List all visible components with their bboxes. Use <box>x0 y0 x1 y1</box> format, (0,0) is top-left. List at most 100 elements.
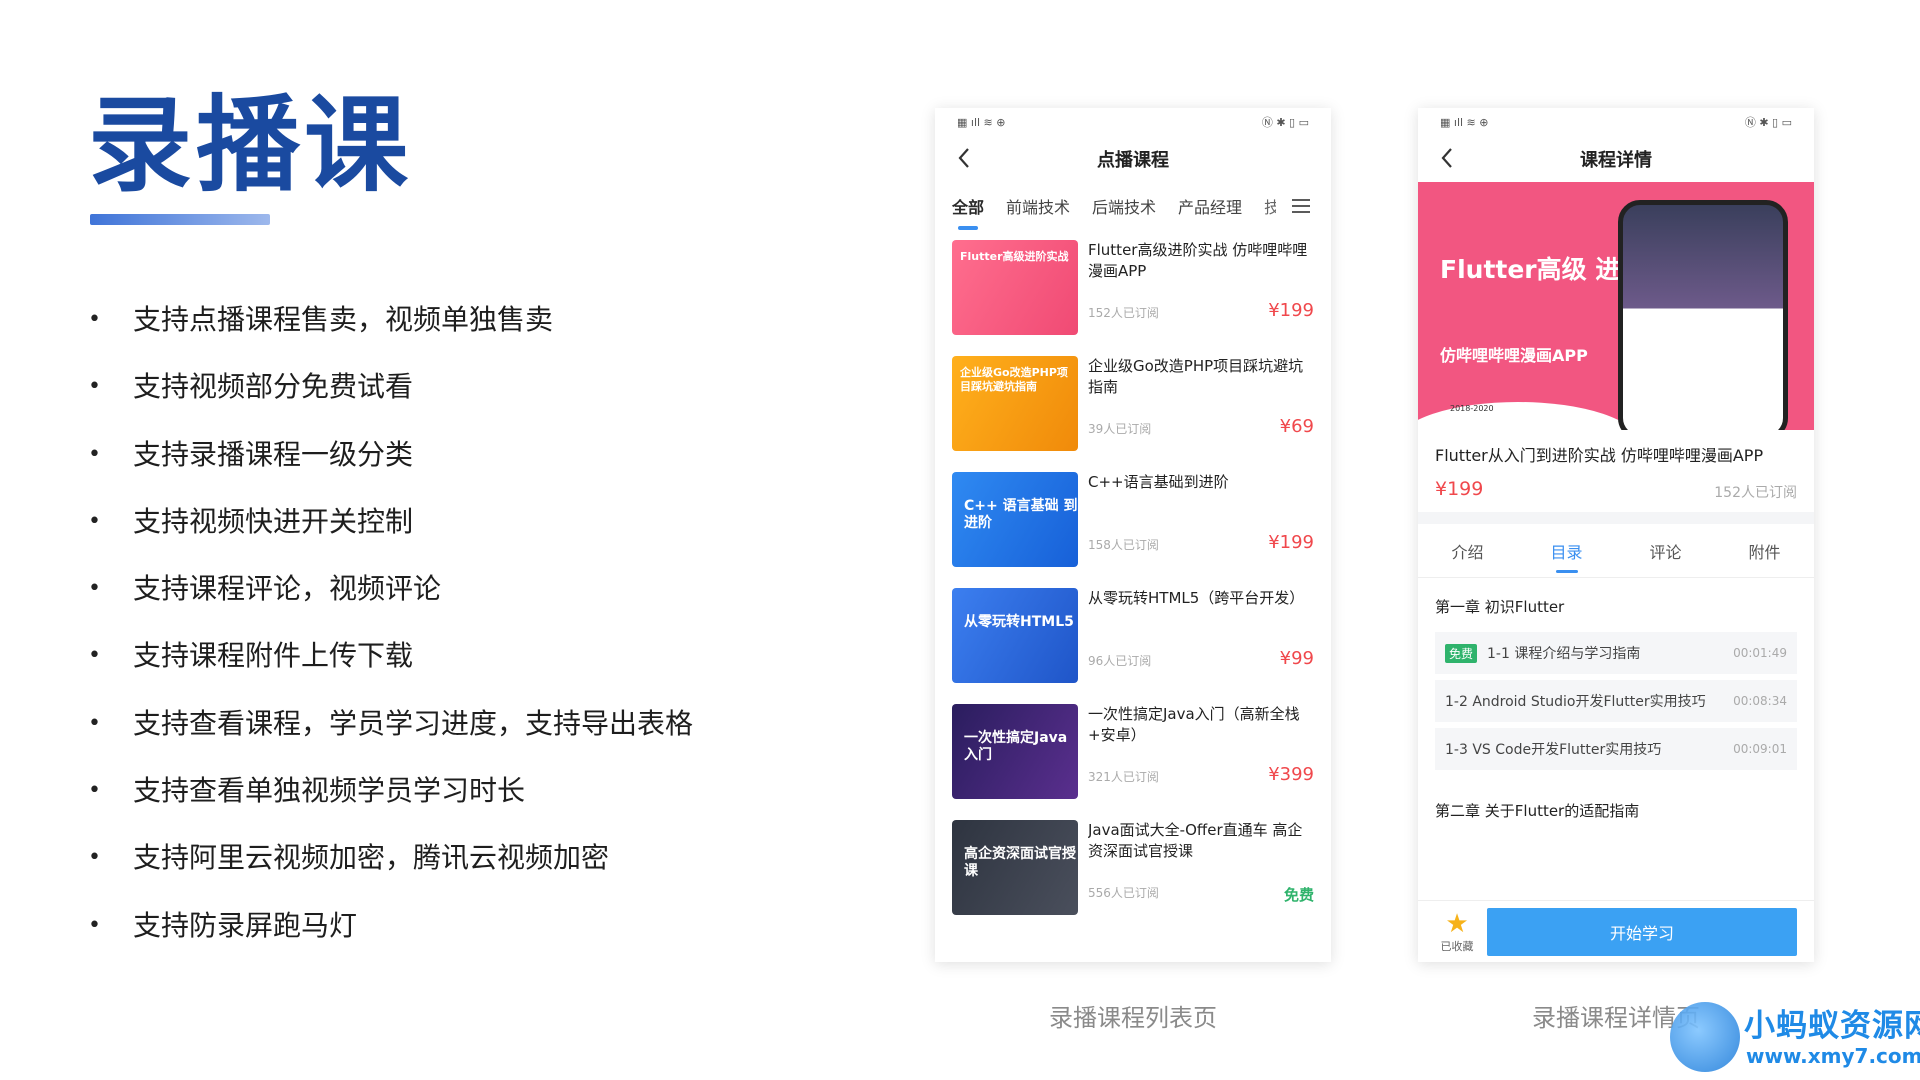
tab-product[interactable]: 产品经理 <box>1178 194 1242 218</box>
watermark: 小蚂蚁资源网 www.xmy7.com <box>1670 996 1920 1080</box>
course-title: C++语言基础到进阶 <box>1088 473 1229 491</box>
course-item[interactable]: 高企资深面试官授课 Java面试大全-Offer直通车 高企资深面试官授课 55… <box>935 820 1331 936</box>
section-divider <box>1418 512 1814 524</box>
lesson-item[interactable]: 1-3 VS Code开发Flutter实用技巧 00:09:01 <box>1435 728 1797 770</box>
course-title: 从零玩转HTML5（跨平台开发） <box>1088 589 1305 607</box>
chapter-title: 第二章 关于Flutter的适配指南 <box>1435 802 1640 820</box>
lesson-duration: 00:01:49 <box>1733 646 1787 660</box>
course-thumbnail: 企业级Go改造PHP项目踩坑避坑指南 <box>952 356 1078 451</box>
course-price: ¥69 <box>1279 416 1314 437</box>
list-screen-caption: 录播课程列表页 <box>1049 1004 1217 1032</box>
course-price: ¥399 <box>1268 764 1314 785</box>
price-row: ¥199 152人已订阅 <box>1418 466 1814 512</box>
tab-all[interactable]: 全部 <box>952 194 984 230</box>
feature-item: 支持查看课程，学员学习进度，支持导出表格 <box>88 704 848 771</box>
course-title: Flutter高级进阶实战 仿哔哩哔哩漫画APP <box>1088 241 1308 280</box>
tab-backend[interactable]: 后端技术 <box>1092 194 1156 218</box>
back-arrow-icon[interactable] <box>955 146 975 170</box>
course-subscribers: 96人已订阅 <box>1088 654 1152 668</box>
feature-item: 支持课程附件上传下载 <box>88 636 848 703</box>
nav-bar: 课程详情 <box>1418 136 1814 182</box>
watermark-name: 小蚂蚁资源网 <box>1744 1008 1920 1044</box>
course-subscribers: 321人已订阅 <box>1088 770 1159 784</box>
course-item[interactable]: 一次性搞定Java入门 一次性搞定Java入门（高新全栈+安卓） 321人已订阅… <box>935 704 1331 820</box>
lesson-duration: 00:09:01 <box>1733 742 1787 756</box>
nav-title: 课程详情 <box>1580 150 1652 171</box>
bottom-action-bar: ★ 已收藏 开始学习 <box>1418 900 1814 962</box>
course-price: ¥199 <box>1435 478 1484 500</box>
slide-title: 录播课 <box>88 84 413 206</box>
feature-item: 支持录播课程一级分类 <box>88 435 848 502</box>
lesson-name: 1-2 Android Studio开发Flutter实用技巧 <box>1445 694 1706 710</box>
course-price: 免费 <box>1283 886 1314 904</box>
course-subscribers: 152人已订阅 <box>1714 485 1797 501</box>
nav-title: 点播课程 <box>1097 150 1169 171</box>
phone-mockup-image <box>1618 200 1788 430</box>
feature-item: 支持查看单独视频学员学习时长 <box>88 771 848 838</box>
banner-year: 2018-2020 <box>1450 404 1494 413</box>
course-banner: Flutter高级 进阶实战 仿哔哩哔哩漫画APP 2018-2020 <box>1418 182 1814 430</box>
thumb-text: 一次性搞定Java入门 <box>964 730 1068 763</box>
thumb-text: 高企资深面试官授课 <box>964 846 1076 879</box>
feature-item: 支持防录屏跑马灯 <box>88 906 848 973</box>
menu-icon[interactable] <box>1291 198 1311 214</box>
banner-subtitle: 仿哔哩哔哩漫画APP <box>1440 346 1588 365</box>
feature-item: 支持点播课程售卖，视频单独售卖 <box>88 300 848 367</box>
tab-tech[interactable]: 技 <box>1264 194 1276 218</box>
tab-catalog[interactable]: 目录 <box>1517 539 1616 573</box>
tab-attachments[interactable]: 附件 <box>1715 539 1814 563</box>
detail-tabs: 介绍 目录 评论 附件 <box>1418 524 1814 578</box>
tab-frontend[interactable]: 前端技术 <box>1006 194 1070 218</box>
course-item[interactable]: Flutter高级进阶实战 Flutter高级进阶实战 仿哔哩哔哩漫画APP 1… <box>935 240 1331 356</box>
feature-item: 支持视频快进开关控制 <box>88 502 848 569</box>
course-item[interactable]: 企业级Go改造PHP项目踩坑避坑指南 企业级Go改造PHP项目踩坑避坑指南 39… <box>935 356 1331 472</box>
course-subscribers: 39人已订阅 <box>1088 422 1152 436</box>
course-subscribers: 152人已订阅 <box>1088 306 1159 320</box>
course-title: 一次性搞定Java入门（高新全栈+安卓） <box>1088 705 1300 744</box>
signal-icon: ▦ ıll ≋ ⊕ <box>1440 115 1489 129</box>
tab-comments[interactable]: 评论 <box>1616 539 1715 563</box>
course-detail-screen: ▦ ıll ≋ ⊕ Ⓝ ✱ ▯ ▭ 课程详情 Flutter高级 进阶实战 仿哔… <box>1418 108 1814 962</box>
course-price: ¥99 <box>1279 648 1314 669</box>
title-underline <box>90 214 270 225</box>
thumb-text: 企业级Go改造PHP项目踩坑避坑指南 <box>960 366 1068 393</box>
course-list: Flutter高级进阶实战 Flutter高级进阶实战 仿哔哩哔哩漫画APP 1… <box>935 230 1331 936</box>
lesson-item[interactable]: 免费 1-1 课程介绍与学习指南 00:01:49 <box>1435 632 1797 674</box>
tab-intro[interactable]: 介绍 <box>1418 539 1517 563</box>
thumb-text: C++ 语言基础 到进阶 <box>964 498 1078 531</box>
feature-item: 支持视频部分免费试看 <box>88 367 848 434</box>
course-price: ¥199 <box>1268 300 1314 321</box>
favorite-label: 已收藏 <box>1440 939 1474 953</box>
course-subscribers: 158人已订阅 <box>1088 538 1159 552</box>
course-item[interactable]: C++ 语言基础 到进阶 C++语言基础到进阶 158人已订阅 ¥199 <box>935 472 1331 588</box>
course-title: Flutter从入门到进阶实战 仿哔哩哔哩漫画APP <box>1435 446 1764 465</box>
start-learning-button[interactable]: 开始学习 <box>1487 907 1797 956</box>
course-thumbnail: 一次性搞定Java入门 <box>952 704 1078 799</box>
category-tabs: 全部 前端技术 后端技术 产品经理 技 <box>935 182 1331 230</box>
lesson-duration: 00:08:34 <box>1733 694 1787 708</box>
chapter-title: 第一章 初识Flutter <box>1435 598 1565 616</box>
feature-list: 支持点播课程售卖，视频单独售卖 支持视频部分免费试看 支持录播课程一级分类 支持… <box>88 300 848 973</box>
thumb-text: 从零玩转HTML5 <box>964 614 1074 630</box>
ant-logo-icon <box>1670 1002 1740 1072</box>
course-title: Java面试大全-Offer直通车 高企资深面试官授课 <box>1088 821 1303 860</box>
course-list-screen: ▦ ıll ≋ ⊕ Ⓝ ✱ ▯ ▭ 点播课程 全部 前端技术 后端技术 产品经理… <box>935 108 1331 962</box>
free-badge: 免费 <box>1445 643 1478 663</box>
course-item[interactable]: 从零玩转HTML5 从零玩转HTML5（跨平台开发） 96人已订阅 ¥99 <box>935 588 1331 704</box>
course-price: ¥199 <box>1268 532 1314 553</box>
watermark-url: www.xmy7.com <box>1746 1044 1920 1068</box>
lesson-name: 1-1 课程介绍与学习指南 <box>1487 646 1641 662</box>
back-arrow-icon[interactable] <box>1438 146 1458 170</box>
course-thumbnail: Flutter高级进阶实战 <box>952 240 1078 335</box>
battery-icon: Ⓝ ✱ ▯ ▭ <box>1744 116 1792 129</box>
course-title: 企业级Go改造PHP项目踩坑避坑指南 <box>1088 357 1304 396</box>
battery-icon: Ⓝ ✱ ▯ ▭ <box>1261 116 1309 129</box>
lesson-item[interactable]: 1-2 Android Studio开发Flutter实用技巧 00:08:34 <box>1435 680 1797 722</box>
nav-bar: 点播课程 <box>935 136 1331 182</box>
favorite-button[interactable]: ★ 已收藏 <box>1435 910 1479 954</box>
status-bar: ▦ ıll ≋ ⊕ Ⓝ ✱ ▯ ▭ <box>1418 108 1814 136</box>
feature-item: 支持课程评论，视频评论 <box>88 569 848 636</box>
course-subscribers: 556人已订阅 <box>1088 886 1159 900</box>
feature-item: 支持阿里云视频加密，腾讯云视频加密 <box>88 838 848 905</box>
course-thumbnail: 从零玩转HTML5 <box>952 588 1078 683</box>
